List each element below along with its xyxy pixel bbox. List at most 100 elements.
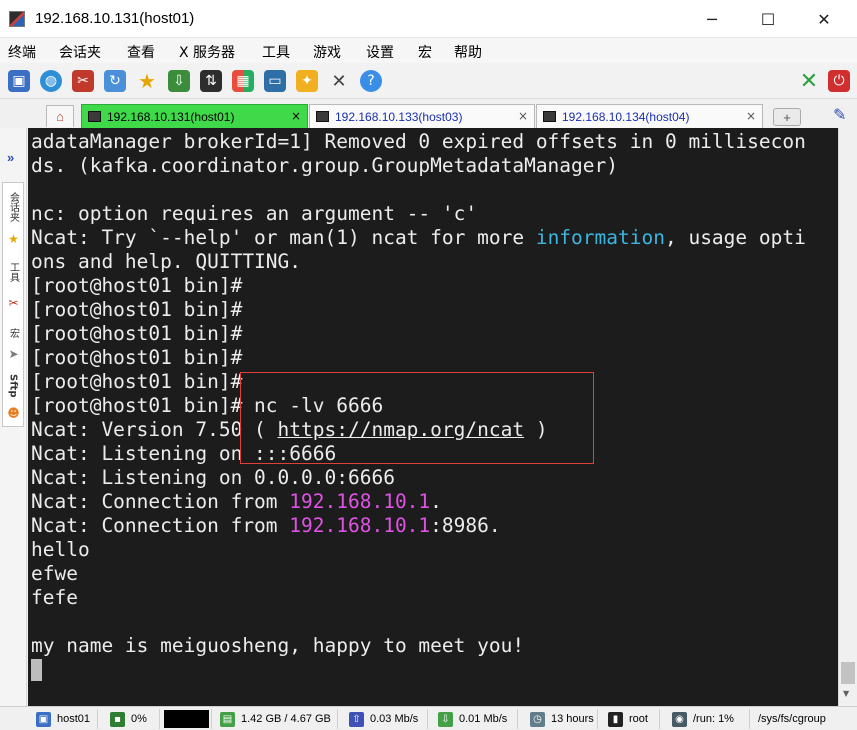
home-icon: ⌂	[56, 109, 64, 124]
status-memory-value: 1.42 GB / 4.67 GB	[241, 713, 331, 725]
terminal-line: ons and help. QUITTING.	[31, 250, 831, 274]
terminal-text: efwe	[31, 562, 78, 585]
tab-host01[interactable]: 192.168.10.131(host01) ×	[81, 104, 308, 128]
terminal-text: ds. (kafka.coordinator.group.GroupMetada…	[31, 154, 618, 177]
reconnect-icon[interactable]: ↻	[104, 70, 126, 92]
terminal-scrollbar[interactable]: ▼	[838, 128, 857, 706]
globe-icon[interactable]: ◍	[40, 70, 62, 92]
menu-settings[interactable]: 设置	[366, 42, 394, 62]
menu-games[interactable]: 游戏	[313, 42, 341, 62]
terminal-icon	[316, 111, 329, 122]
pencil-icon[interactable]: ✎	[833, 105, 846, 125]
expand-sidebar-icon[interactable]: »	[7, 150, 14, 165]
monitor-icon[interactable]: ▭	[264, 70, 286, 92]
tab-label: 192.168.10.133(host03)	[335, 109, 463, 124]
terminal-text: Ncat: Connection from	[31, 514, 290, 537]
terminal-text: Ncat: Listening on :::6666	[31, 442, 337, 465]
scroll-down-arrow[interactable]: ▼	[843, 689, 849, 698]
menu-sessions[interactable]: 会话夹	[59, 42, 101, 62]
status-path: /sys/fs/cgroup	[754, 709, 857, 729]
cpu-graph	[164, 710, 209, 728]
upload-icon: ⇧	[349, 711, 364, 727]
terminal-text: [root@host01 bin]#	[31, 370, 243, 393]
terminal-text: Ncat: Listening on 0.0.0.0:6666	[31, 466, 395, 489]
terminal-text: adataManager brokerId=1] Removed 0 expir…	[31, 130, 806, 153]
menu-x-server[interactable]: X 服务器	[179, 42, 235, 62]
host-icon: ▣	[36, 711, 51, 727]
side-tab-sftp[interactable]: Sftp	[3, 371, 23, 401]
tab-close-button[interactable]: ×	[291, 109, 301, 123]
tab-bar: ⌂ 192.168.10.131(host01) × 192.168.10.13…	[0, 100, 857, 128]
plus-icon: +	[783, 109, 791, 125]
terminal-line: adataManager brokerId=1] Removed 0 expir…	[31, 130, 831, 154]
status-disk-value: /run: 1%	[693, 713, 734, 725]
tab-label: 192.168.10.131(host01)	[107, 109, 235, 124]
terminal-line: Ncat: Listening on 0.0.0.0:6666	[31, 466, 831, 490]
tab-label: 192.168.10.134(host04)	[562, 109, 690, 124]
close-button[interactable]: ✕	[801, 0, 847, 38]
terminal-line: [root@host01 bin]#	[31, 274, 831, 298]
terminal-line: Ncat: Connection from 192.168.10.1.	[31, 490, 831, 514]
status-uptime: ◷ 13 hours	[524, 709, 598, 729]
transfer-icon[interactable]: ⇅	[200, 70, 222, 92]
terminal-text: [root@host01 bin]#	[31, 346, 243, 369]
side-tab-tools[interactable]: 工具	[3, 253, 23, 291]
power-icon[interactable]: ⏻	[828, 70, 850, 92]
tab-close-button[interactable]: ×	[746, 109, 756, 123]
tiles-icon[interactable]: ▦	[232, 70, 254, 92]
menu-macro[interactable]: 宏	[418, 42, 432, 62]
menu-view[interactable]: 查看	[127, 42, 155, 62]
terminal-text: [root@host01 bin]#	[31, 298, 243, 321]
terminal-link[interactable]: https://nmap.org/ncat	[278, 418, 525, 441]
multi-exec-icon[interactable]: ✦	[296, 70, 318, 92]
terminal-text: [root@host01 bin]# nc -lv 6666	[31, 394, 384, 417]
terminal-text: .	[430, 490, 442, 513]
status-cpu: ▪ 0%	[104, 709, 160, 729]
tab-close-button[interactable]: ×	[518, 109, 528, 123]
sessions-star-icon: ★	[8, 231, 19, 246]
tab-host03[interactable]: 192.168.10.133(host03) ×	[309, 104, 535, 128]
menu-bar: 终端 会话夹 查看 X 服务器 工具 游戏 设置 宏 帮助	[0, 38, 857, 63]
status-uptime-value: 13 hours	[551, 713, 594, 725]
terminal-line: [root@host01 bin]# nc -lv 6666	[31, 394, 831, 418]
terminal-text: Ncat: Try `--help' or man(1) ncat for mo…	[31, 226, 536, 249]
x-server-icon[interactable]: ✕	[798, 69, 820, 94]
terminal-line: efwe	[31, 562, 831, 586]
side-tab-macros[interactable]: 宏	[3, 321, 23, 345]
scroll-thumb[interactable]	[841, 662, 855, 684]
terminal-line: [root@host01 bin]#	[31, 298, 831, 322]
side-tab-sessions[interactable]: 会话夹	[3, 187, 23, 227]
terminal-line: [root@host01 bin]#	[31, 346, 831, 370]
new-session-icon[interactable]: ▣	[8, 70, 30, 92]
status-disk: ◉ /run: 1%	[666, 709, 750, 729]
menu-terminal[interactable]: 终端	[8, 42, 36, 62]
maximize-button[interactable]: ☐	[745, 0, 791, 38]
app-icon	[9, 11, 25, 27]
tools-icon[interactable]: ✕	[328, 70, 350, 92]
terminal-output: adataManager brokerId=1] Removed 0 expir…	[31, 130, 831, 682]
side-tab-strip: 会话夹 ★ 工具 ✂ 宏 ➤ Sftp ☻	[2, 182, 24, 427]
disconnect-icon[interactable]: ✂	[72, 70, 94, 92]
menu-help[interactable]: 帮助	[454, 42, 482, 62]
terminal-line	[31, 658, 831, 682]
terminal-view[interactable]: adataManager brokerId=1] Removed 0 expir…	[28, 128, 838, 706]
menu-tools[interactable]: 工具	[262, 42, 290, 62]
status-upload-value: 0.03 Mb/s	[370, 713, 419, 725]
download-icon[interactable]: ⇩	[168, 70, 190, 92]
terminal-text: Ncat: Connection from	[31, 490, 290, 513]
terminal-text: , usage opti	[664, 226, 806, 249]
title-bar: 192.168.10.131(host01) ─ ☐ ✕	[0, 0, 857, 38]
new-tab-button[interactable]: +	[773, 108, 801, 126]
terminal-line: Ncat: Connection from 192.168.10.1:8986.	[31, 514, 831, 538]
favorites-star-icon[interactable]: ★	[136, 69, 158, 93]
minimize-button[interactable]: ─	[689, 0, 735, 38]
uptime-icon: ◷	[530, 711, 545, 727]
tools-icon: ✂	[8, 295, 19, 310]
home-tab[interactable]: ⌂	[46, 105, 74, 127]
status-download-value: 0.01 Mb/s	[459, 713, 508, 725]
status-cpu-graph	[160, 709, 212, 729]
tab-host04[interactable]: 192.168.10.134(host04) ×	[536, 104, 763, 128]
help-icon[interactable]: ?	[360, 70, 382, 92]
terminal-icon	[88, 111, 101, 122]
